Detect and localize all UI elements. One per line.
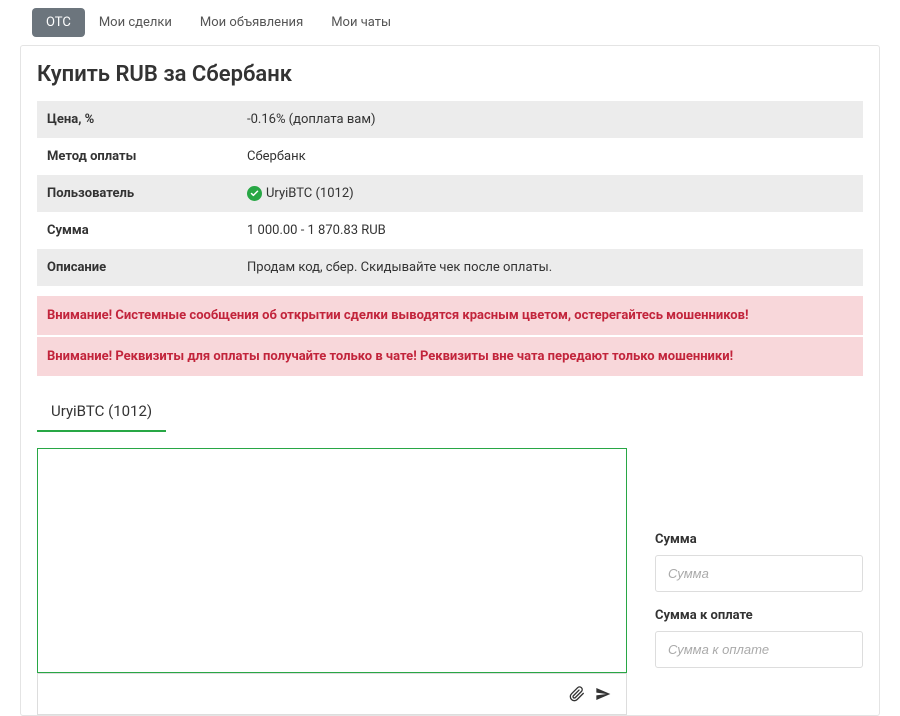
row-price: Цена, % -0.16% (доплата вам) [37,101,863,138]
lower-section: Сумма Сумма к оплате [37,448,863,715]
user-value: UryiBTC (1012) [237,175,863,212]
row-user: Пользователь UryiBTC (1012) [37,175,863,212]
chat-user-tab[interactable]: UryiBTC (1012) [37,394,166,432]
amount-input[interactable] [655,555,863,592]
row-method: Метод оплаты Сбербанк [37,138,863,175]
chat-messages-area[interactable] [37,448,627,673]
sum-value: 1 000.00 - 1 870.83 RUB [237,212,863,249]
row-sum: Сумма 1 000.00 - 1 870.83 RUB [37,212,863,249]
alert-warning-1: Внимание! Системные сообщения об открыти… [37,296,863,335]
chat-message-input[interactable] [48,686,564,702]
method-value: Сбербанк [237,138,863,175]
amount-label: Сумма [655,532,863,547]
attach-icon[interactable] [564,681,590,707]
price-label: Цена, % [37,101,237,138]
chat-input-row [37,673,627,715]
row-desc: Описание Продам код, сбер. Скидывайте че… [37,249,863,286]
price-value: -0.16% (доплата вам) [237,101,863,138]
chat-column [37,448,627,715]
pay-amount-label: Сумма к оплате [655,608,863,623]
tab-otc[interactable]: OTC [32,8,85,37]
desc-value: Продам код, сбер. Скидывайте чек после о… [237,249,863,286]
send-icon[interactable] [590,681,616,707]
top-tabs: OTC Мои сделки Мои объявления Мои чаты [20,0,880,37]
alert-warning-2: Внимание! Реквизиты для оплаты получайте… [37,337,863,376]
user-name: UryiBTC (1012) [266,186,354,201]
tab-my-chats[interactable]: Мои чаты [317,8,405,37]
desc-label: Описание [37,249,237,286]
verified-icon [247,186,262,201]
tab-my-ads[interactable]: Мои объявления [186,8,317,37]
method-label: Метод оплаты [37,138,237,175]
main-card: Купить RUB за Сбербанк Цена, % -0.16% (д… [20,45,880,716]
form-column: Сумма Сумма к оплате [655,448,863,715]
sum-label: Сумма [37,212,237,249]
info-table: Цена, % -0.16% (доплата вам) Метод оплат… [37,101,863,286]
pay-amount-input[interactable] [655,631,863,668]
tab-my-trades[interactable]: Мои сделки [85,8,186,37]
page-title: Купить RUB за Сбербанк [37,62,863,87]
user-label: Пользователь [37,175,237,212]
